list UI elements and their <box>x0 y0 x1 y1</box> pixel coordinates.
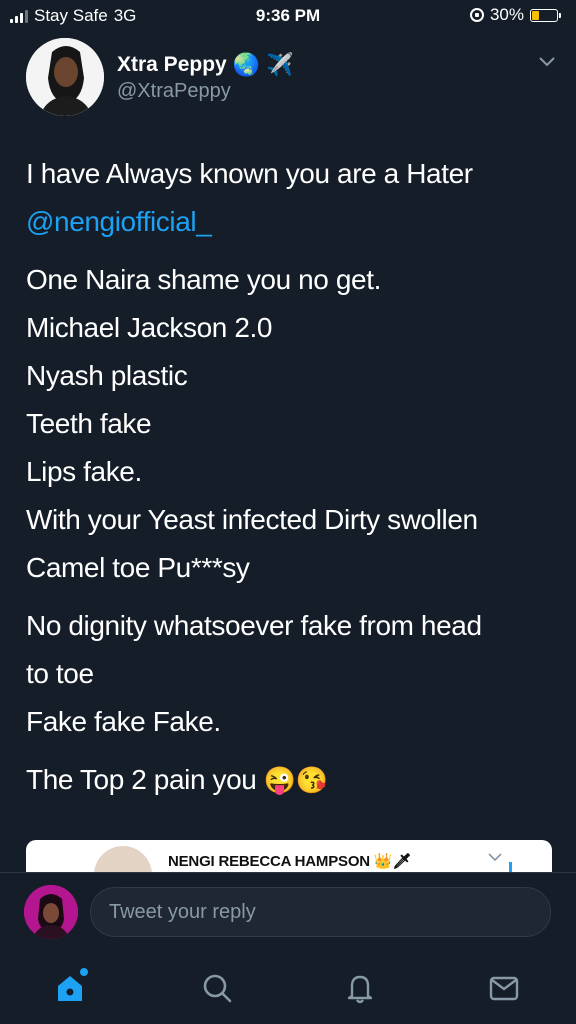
author-handle[interactable]: @XtraPeppy <box>117 80 231 103</box>
search-icon <box>203 974 232 1003</box>
orientation-lock-icon <box>469 8 484 22</box>
user-avatar[interactable] <box>24 885 78 939</box>
airplane-emoji: ✈️ <box>266 52 294 77</box>
tweet-line: One Naira shame you no get. <box>26 264 381 295</box>
tweet-line: With your Yeast infected Dirty swollen <box>26 504 478 535</box>
tweet-line-text: The Top 2 pain you <box>26 764 257 795</box>
tweet-line: Teeth fake <box>26 408 152 439</box>
tweet-line: Camel toe Pu***sy <box>26 552 250 583</box>
closing-emojis: 😜😘 <box>263 765 328 795</box>
quoted-author-name: NENGI REBECCA HAMPSON <box>168 853 370 870</box>
tweet-line: Nyash plastic <box>26 360 188 391</box>
chevron-down-icon <box>488 853 502 862</box>
reply-input[interactable] <box>90 887 551 937</box>
battery-icon <box>530 8 561 22</box>
tweet-line: No dignity whatsoever fake from head <box>26 610 482 641</box>
author-avatar[interactable] <box>26 38 104 116</box>
tweet-line: Michael Jackson 2.0 <box>26 312 273 343</box>
bell-icon <box>347 975 373 1004</box>
mail-icon <box>489 976 519 1001</box>
globe-emoji: 🌏 <box>232 52 261 77</box>
new-content-dot <box>80 968 88 976</box>
tweet-body: I have Always known you are a Hater @nen… <box>26 150 556 804</box>
tweet-line-last: The Top 2 pain you 😜😘 <box>26 756 556 804</box>
author-name-row[interactable]: Xtra Peppy 🌏 ✈️ <box>117 52 294 78</box>
status-bar: Stay Safe 3G 9:36 PM 30% <box>0 0 576 34</box>
tab-home[interactable] <box>48 966 92 1010</box>
tab-search[interactable] <box>195 966 239 1010</box>
chevron-down-icon[interactable] <box>538 54 556 68</box>
quoted-author-emojis: 👑🗡 <box>373 853 412 870</box>
tweet-line: to toe <box>26 658 94 689</box>
tweet-line: I have Always known you are a Hater <box>26 158 473 189</box>
quoted-author-row: NENGI REBECCA HAMPSON 👑🗡 <box>168 852 411 870</box>
tweet-line: Fake fake Fake. <box>26 706 221 737</box>
tab-notifications[interactable] <box>338 966 382 1010</box>
reply-bar <box>0 872 576 952</box>
tab-bar <box>0 952 576 1024</box>
battery-percent: 30% <box>489 5 524 24</box>
author-name[interactable]: Xtra Peppy <box>117 53 227 77</box>
mention-link[interactable]: @nengiofficial_ <box>26 198 556 246</box>
tweet-line: Lips fake. <box>26 456 142 487</box>
tab-messages[interactable] <box>482 966 526 1010</box>
